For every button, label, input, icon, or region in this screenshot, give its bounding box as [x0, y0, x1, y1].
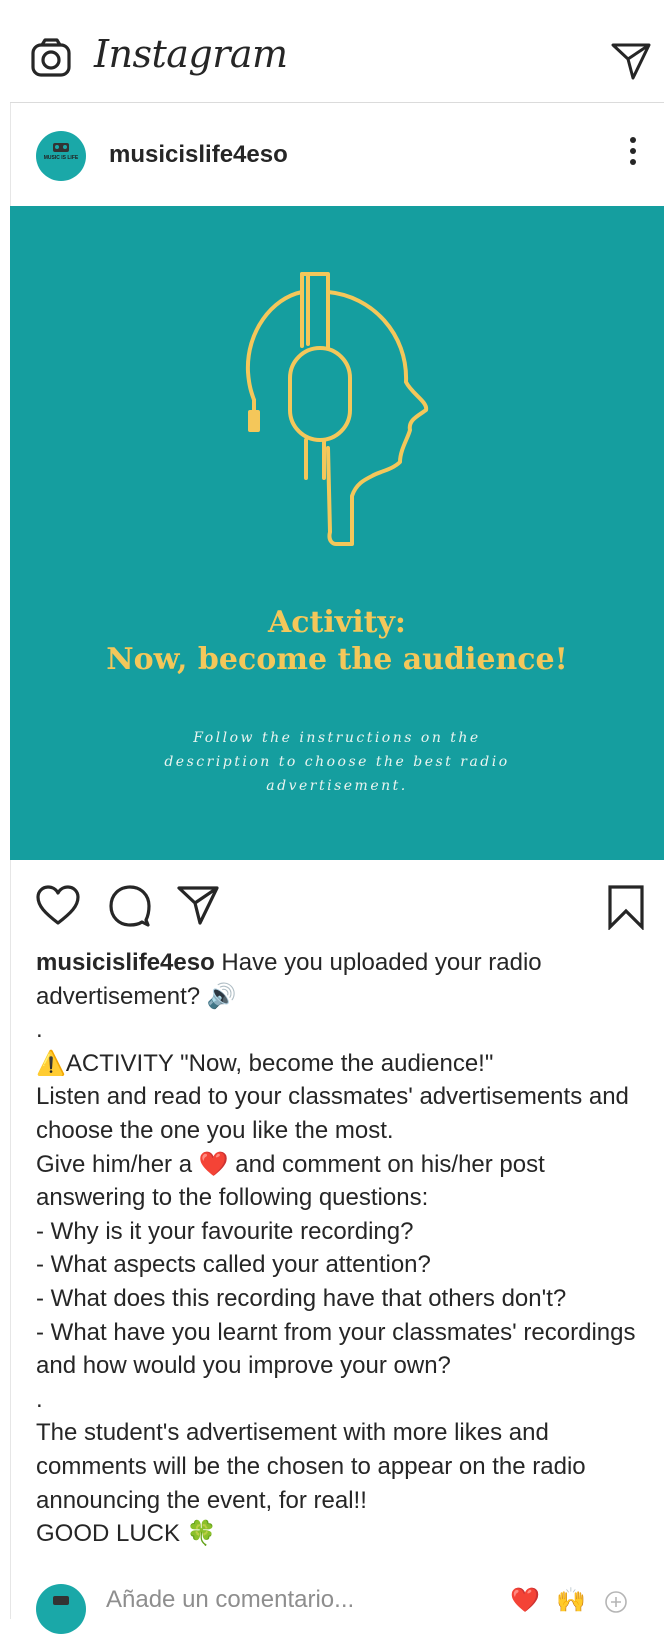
- post-image-title: Activity: Now, become the audience!: [10, 604, 664, 678]
- headphones-head-icon: [245, 272, 429, 546]
- app-logo: Instagram: [94, 32, 288, 76]
- comment-input[interactable]: [106, 1586, 506, 1614]
- raised-hands-reaction[interactable]: 🙌: [556, 1588, 586, 1614]
- avatar[interactable]: MUSIC IS LIFE: [36, 131, 86, 181]
- avatar[interactable]: [36, 1584, 86, 1634]
- post-image[interactable]: Activity: Now, become the audience! Foll…: [10, 206, 664, 860]
- bookmark-icon[interactable]: [606, 884, 646, 935]
- post-caption: musicislife4eso Have you uploaded your r…: [36, 946, 656, 1551]
- caption-separator-2: .: [36, 1385, 43, 1413]
- caption-separator-1: .: [36, 1016, 43, 1044]
- plus-circle-icon[interactable]: [604, 1590, 628, 1620]
- cassette-icon: [53, 1596, 69, 1605]
- post-actions: [10, 860, 664, 948]
- more-vertical-icon[interactable]: [630, 137, 638, 170]
- avatar-text: MUSIC IS LIFE: [43, 155, 79, 161]
- caption-closing: The student's advertisement with more li…: [36, 1419, 586, 1548]
- post-username[interactable]: musicislife4eso: [109, 141, 288, 169]
- caption-activity: ⚠️ACTIVITY "Now, become the audience!" L…: [36, 1049, 636, 1380]
- paper-plane-icon[interactable]: [610, 40, 652, 87]
- share-icon[interactable]: [176, 884, 220, 931]
- post-image-subtitle: Follow the instructions on the descripti…: [164, 730, 510, 794]
- camera-icon[interactable]: [30, 38, 72, 83]
- cassette-icon: [53, 143, 69, 152]
- comment-icon[interactable]: [108, 884, 152, 933]
- post-header: MUSIC IS LIFE musicislife4eso: [10, 103, 664, 205]
- caption-username[interactable]: musicislife4eso: [36, 949, 215, 976]
- title-line-1: Activity:: [268, 605, 406, 640]
- heart-icon[interactable]: [35, 884, 81, 931]
- heart-reaction[interactable]: ❤️: [510, 1588, 540, 1614]
- title-line-2: Now, become the audience!: [106, 642, 568, 677]
- comment-bar: ❤️ 🙌: [10, 1572, 664, 1634]
- top-bar: Instagram: [10, 12, 664, 103]
